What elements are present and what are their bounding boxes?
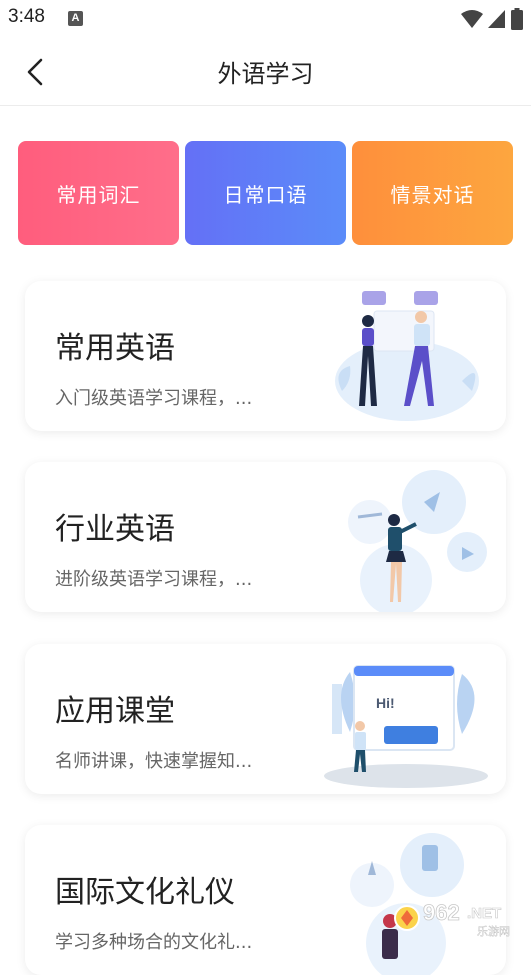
travel-illustration xyxy=(312,462,492,612)
notification-icon: A xyxy=(68,11,83,26)
conversation-illustration xyxy=(312,281,492,431)
wifi-icon xyxy=(461,9,483,29)
course-card-industry-english[interactable]: 行业英语 进阶级英语学习课程，... xyxy=(25,462,506,612)
card-description: 名师讲课，快速掌握知... xyxy=(55,747,295,773)
card-title: 常用英语 xyxy=(55,323,175,367)
card-title: 应用课堂 xyxy=(55,686,175,730)
classroom-illustration: Hi! xyxy=(312,644,492,794)
card-title: 行业英语 xyxy=(55,504,175,548)
watermark-main: 962 xyxy=(423,900,460,925)
tile-daily-speaking[interactable]: 日常口语 xyxy=(185,141,346,245)
status-icons xyxy=(461,8,523,30)
tile-common-vocabulary[interactable]: 常用词汇 xyxy=(18,141,179,245)
course-card-applied-classroom[interactable]: 应用课堂 名师讲课，快速掌握知... Hi! xyxy=(25,644,506,794)
status-time: 3:48 xyxy=(8,6,45,28)
battery-icon xyxy=(511,8,523,30)
signal-icon xyxy=(487,9,507,29)
watermark-suffix: .NET xyxy=(467,905,501,922)
card-description: 进阶级英语学习课程，... xyxy=(55,565,295,591)
page-title: 外语学习 xyxy=(0,54,531,89)
card-description: 入门级英语学习课程，... xyxy=(55,384,295,410)
course-card-common-english[interactable]: 常用英语 入门级英语学习课程，... xyxy=(25,281,506,431)
status-bar: 3:48 A xyxy=(0,0,531,38)
card-description: 学习多种场合的文化礼... xyxy=(55,928,295,954)
card-title: 国际文化礼仪 xyxy=(55,867,235,911)
watermark-sub: 乐游网 xyxy=(477,925,510,938)
category-tiles: 常用词汇 日常口语 情景对话 xyxy=(18,141,513,245)
watermark-logo: 962 .NET 乐游网 xyxy=(393,898,525,938)
tile-scenario-dialogue[interactable]: 情景对话 xyxy=(352,141,513,245)
app-header: 外语学习 xyxy=(0,38,531,106)
hi-bubble-text: Hi! xyxy=(376,695,395,711)
